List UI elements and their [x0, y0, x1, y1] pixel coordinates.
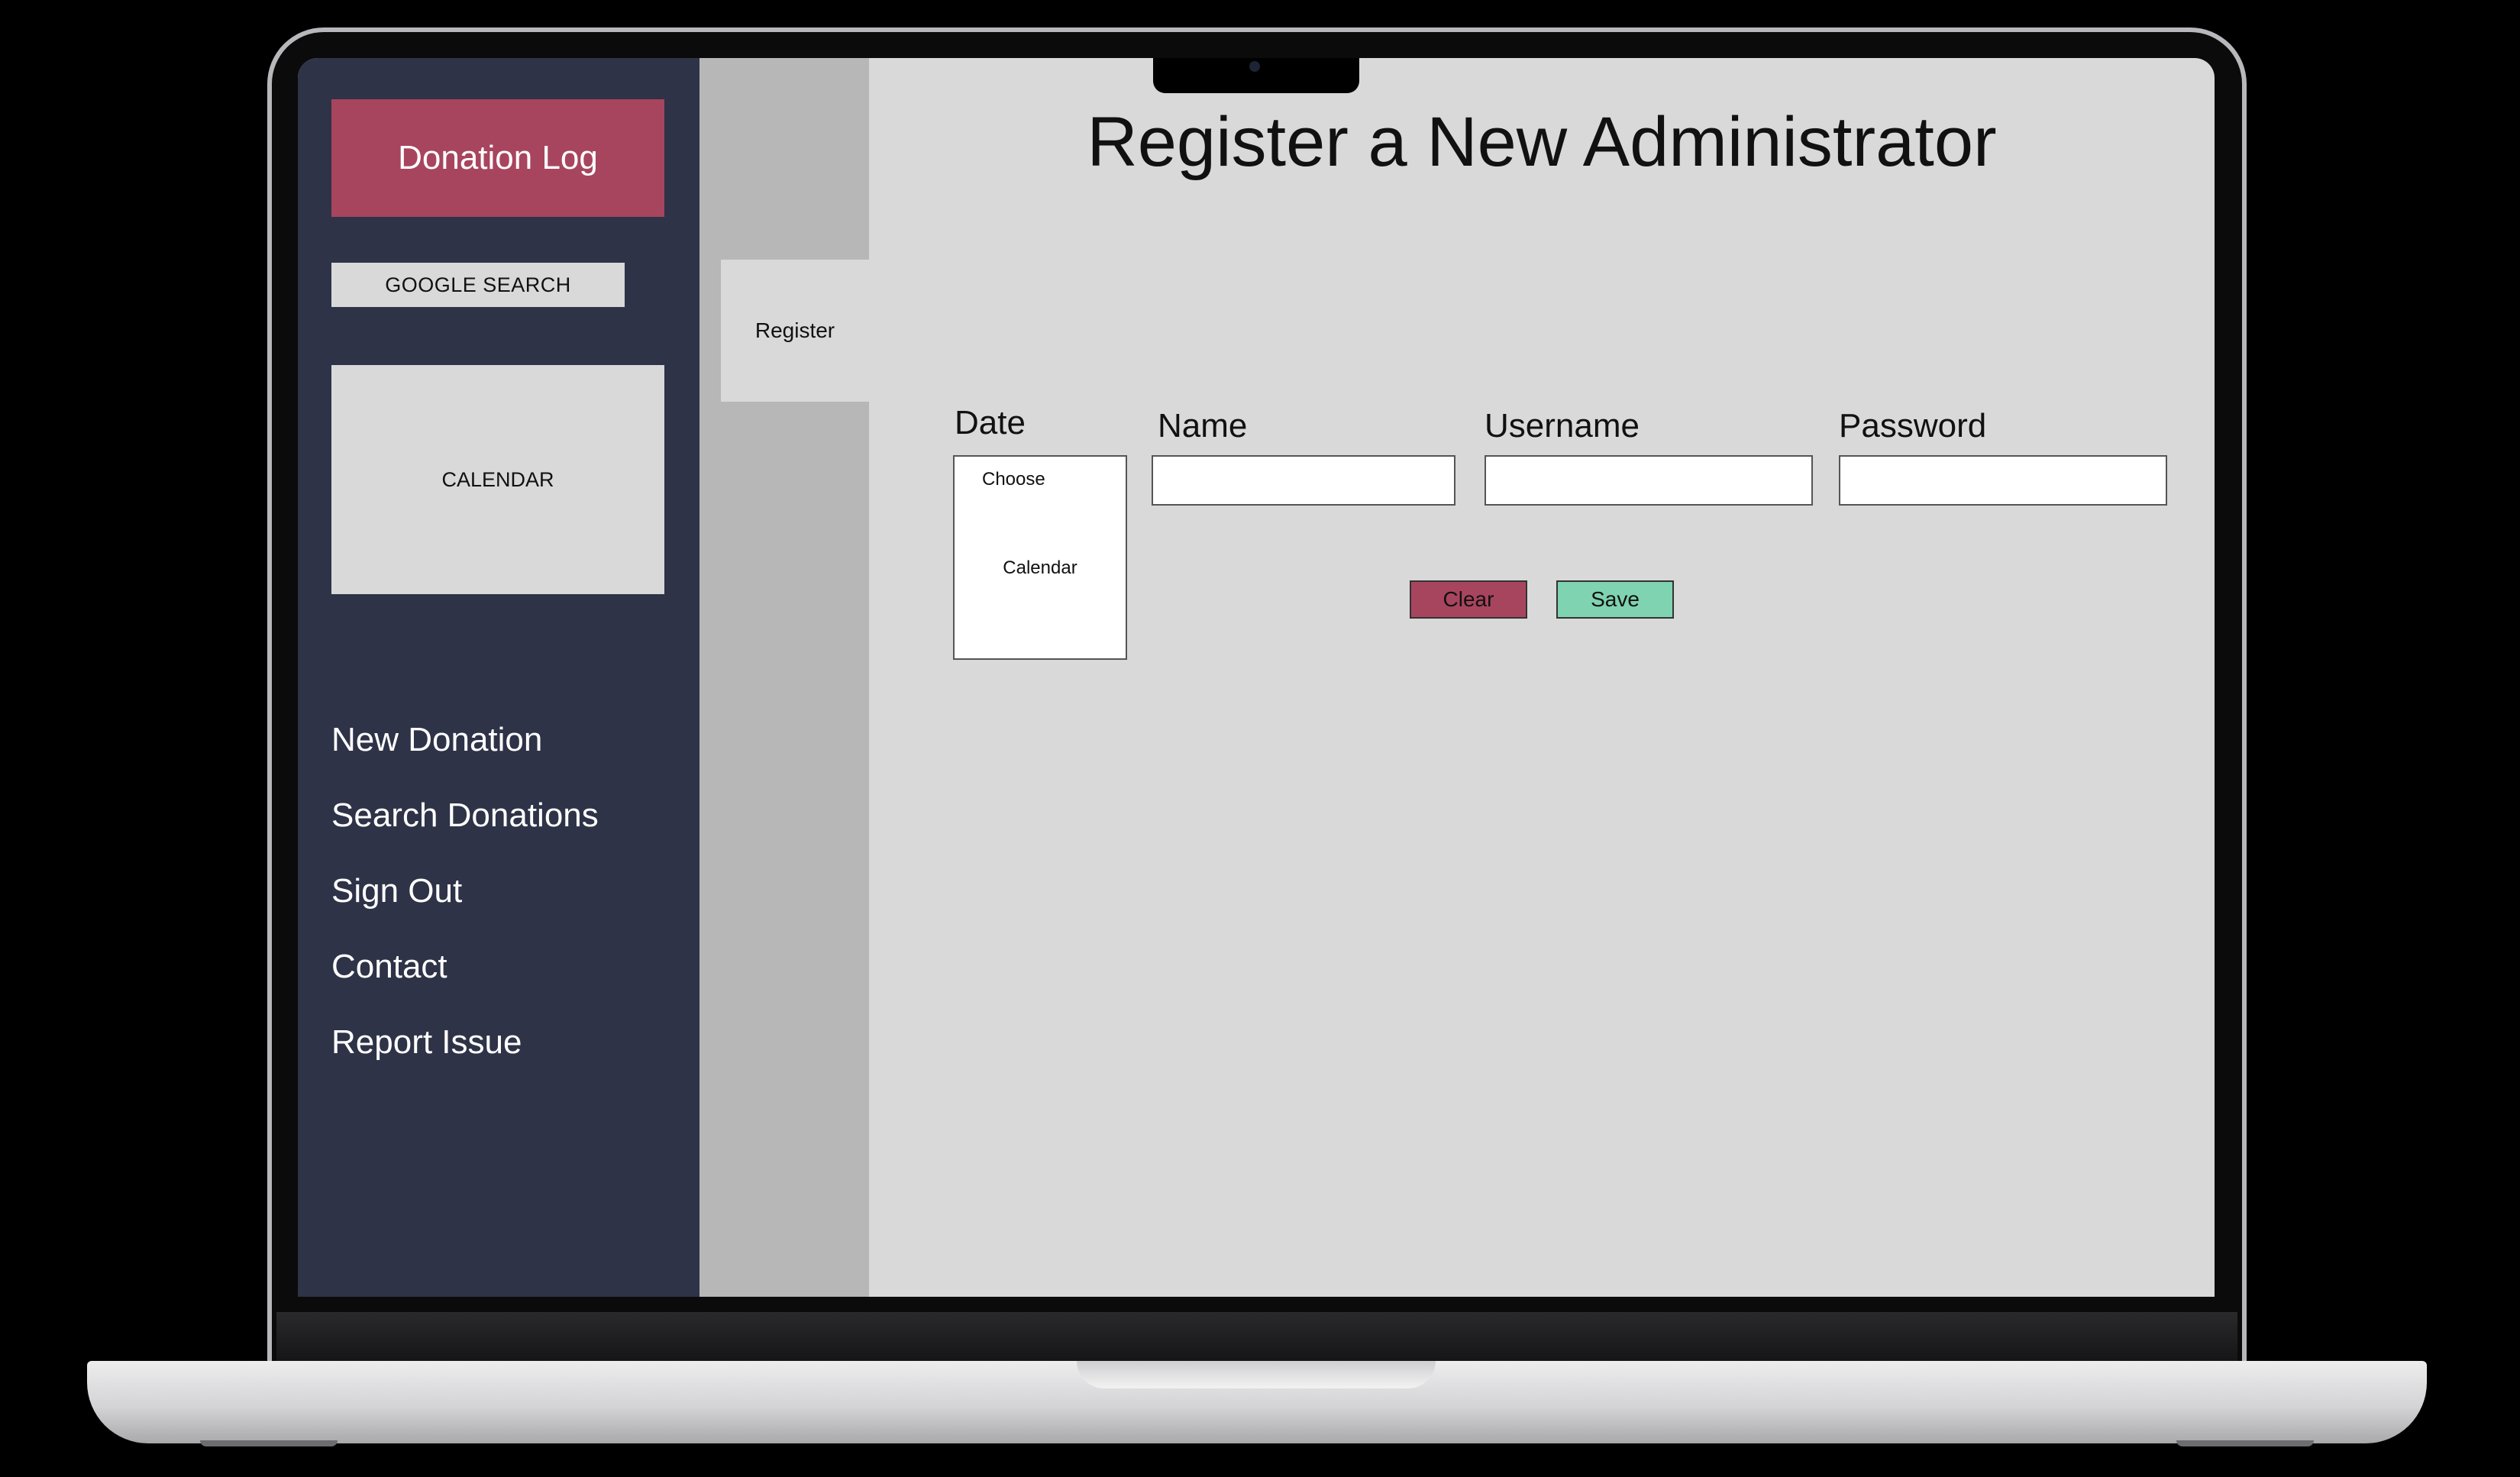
- save-button[interactable]: Save: [1556, 580, 1674, 619]
- username-input[interactable]: [1485, 455, 1813, 506]
- laptop-hinge: [276, 1312, 2237, 1364]
- page-title: Register a New Administrator: [1087, 102, 1997, 181]
- laptop-foot-right: [2176, 1440, 2314, 1446]
- tab-register[interactable]: Register: [721, 260, 869, 402]
- nav-new-donation[interactable]: New Donation: [331, 713, 667, 767]
- password-label: Password: [1839, 407, 1987, 444]
- name-label: Name: [1158, 407, 1248, 444]
- laptop-screen: Donation Log GOOGLE SEARCH CALENDAR New …: [298, 58, 2215, 1297]
- nav-contact[interactable]: Contact: [331, 940, 667, 994]
- name-input[interactable]: [1152, 455, 1455, 506]
- laptop-foot-left: [200, 1440, 338, 1446]
- password-input[interactable]: [1839, 455, 2167, 506]
- clear-button[interactable]: Clear: [1410, 580, 1527, 619]
- google-search-button[interactable]: GOOGLE SEARCH: [331, 263, 625, 307]
- camera-icon: [1249, 61, 1260, 72]
- calendar-widget[interactable]: CALENDAR: [331, 365, 664, 594]
- donation-log-button[interactable]: Donation Log: [331, 99, 664, 217]
- nav-search-donations[interactable]: Search Donations: [331, 789, 667, 842]
- sidebar: Donation Log GOOGLE SEARCH CALENDAR New …: [298, 58, 699, 1297]
- date-choose-button[interactable]: Choose: [953, 455, 1127, 504]
- laptop-opening-notch: [1077, 1361, 1436, 1388]
- nav-sign-out[interactable]: Sign Out: [331, 865, 667, 918]
- date-calendar-picker[interactable]: Calendar: [953, 503, 1127, 660]
- nav-report-issue[interactable]: Report Issue: [331, 1016, 667, 1069]
- secondary-tab-column: [699, 58, 869, 1297]
- username-label: Username: [1485, 407, 1640, 444]
- date-label: Date: [955, 404, 1026, 441]
